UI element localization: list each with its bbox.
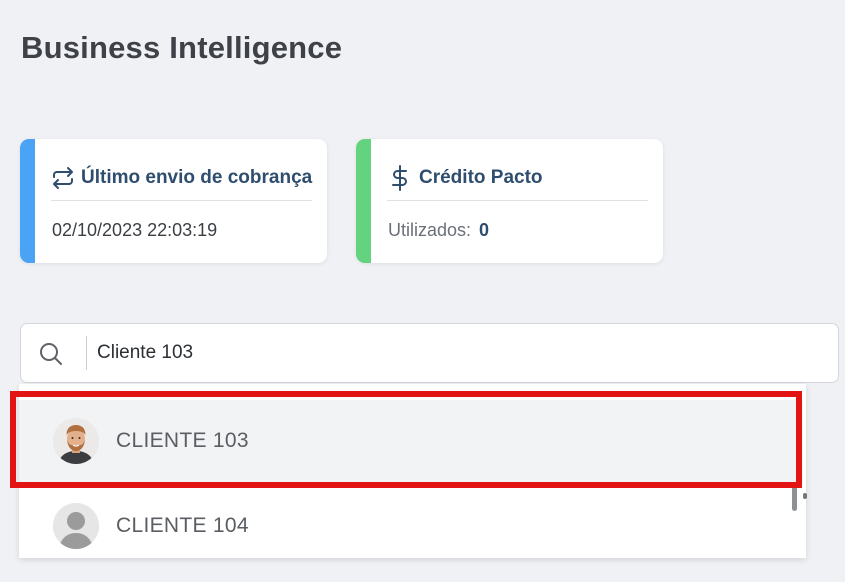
card-accent-stripe: [356, 139, 371, 263]
credit-card: Crédito Pacto Utilizados: 0: [356, 139, 663, 263]
credits-used-value: 0: [479, 220, 490, 240]
credits-used-label: Utilizados:: [388, 220, 472, 240]
dropdown-scrollbar[interactable]: [792, 485, 797, 511]
credits-used: Utilizados: 0: [388, 220, 489, 241]
search-input[interactable]: [97, 336, 797, 370]
result-name: CLIENTE 104: [116, 514, 249, 537]
card-header: Último envio de cobrança: [51, 155, 312, 201]
dollar-icon: [387, 164, 413, 191]
billing-card: Último envio de cobrança 02/10/2023 22:0…: [20, 139, 327, 263]
card-accent-stripe: [20, 139, 35, 263]
avatar: [53, 503, 99, 549]
scroll-dot: [803, 493, 807, 499]
card-title: Crédito Pacto: [419, 166, 543, 188]
sync-arrows-icon: [51, 165, 75, 191]
search-divider: [86, 336, 87, 370]
search-icon: [38, 341, 64, 372]
highlight-annotation: [10, 391, 802, 488]
result-item-cliente-104[interactable]: CLIENTE 104: [19, 485, 803, 567]
client-search[interactable]: [20, 323, 839, 383]
last-billing-timestamp: 02/10/2023 22:03:19: [52, 220, 218, 240]
page-title: Business Intelligence: [21, 30, 343, 65]
card-title: Último envio de cobrança: [81, 166, 313, 188]
card-header: Crédito Pacto: [387, 155, 648, 201]
